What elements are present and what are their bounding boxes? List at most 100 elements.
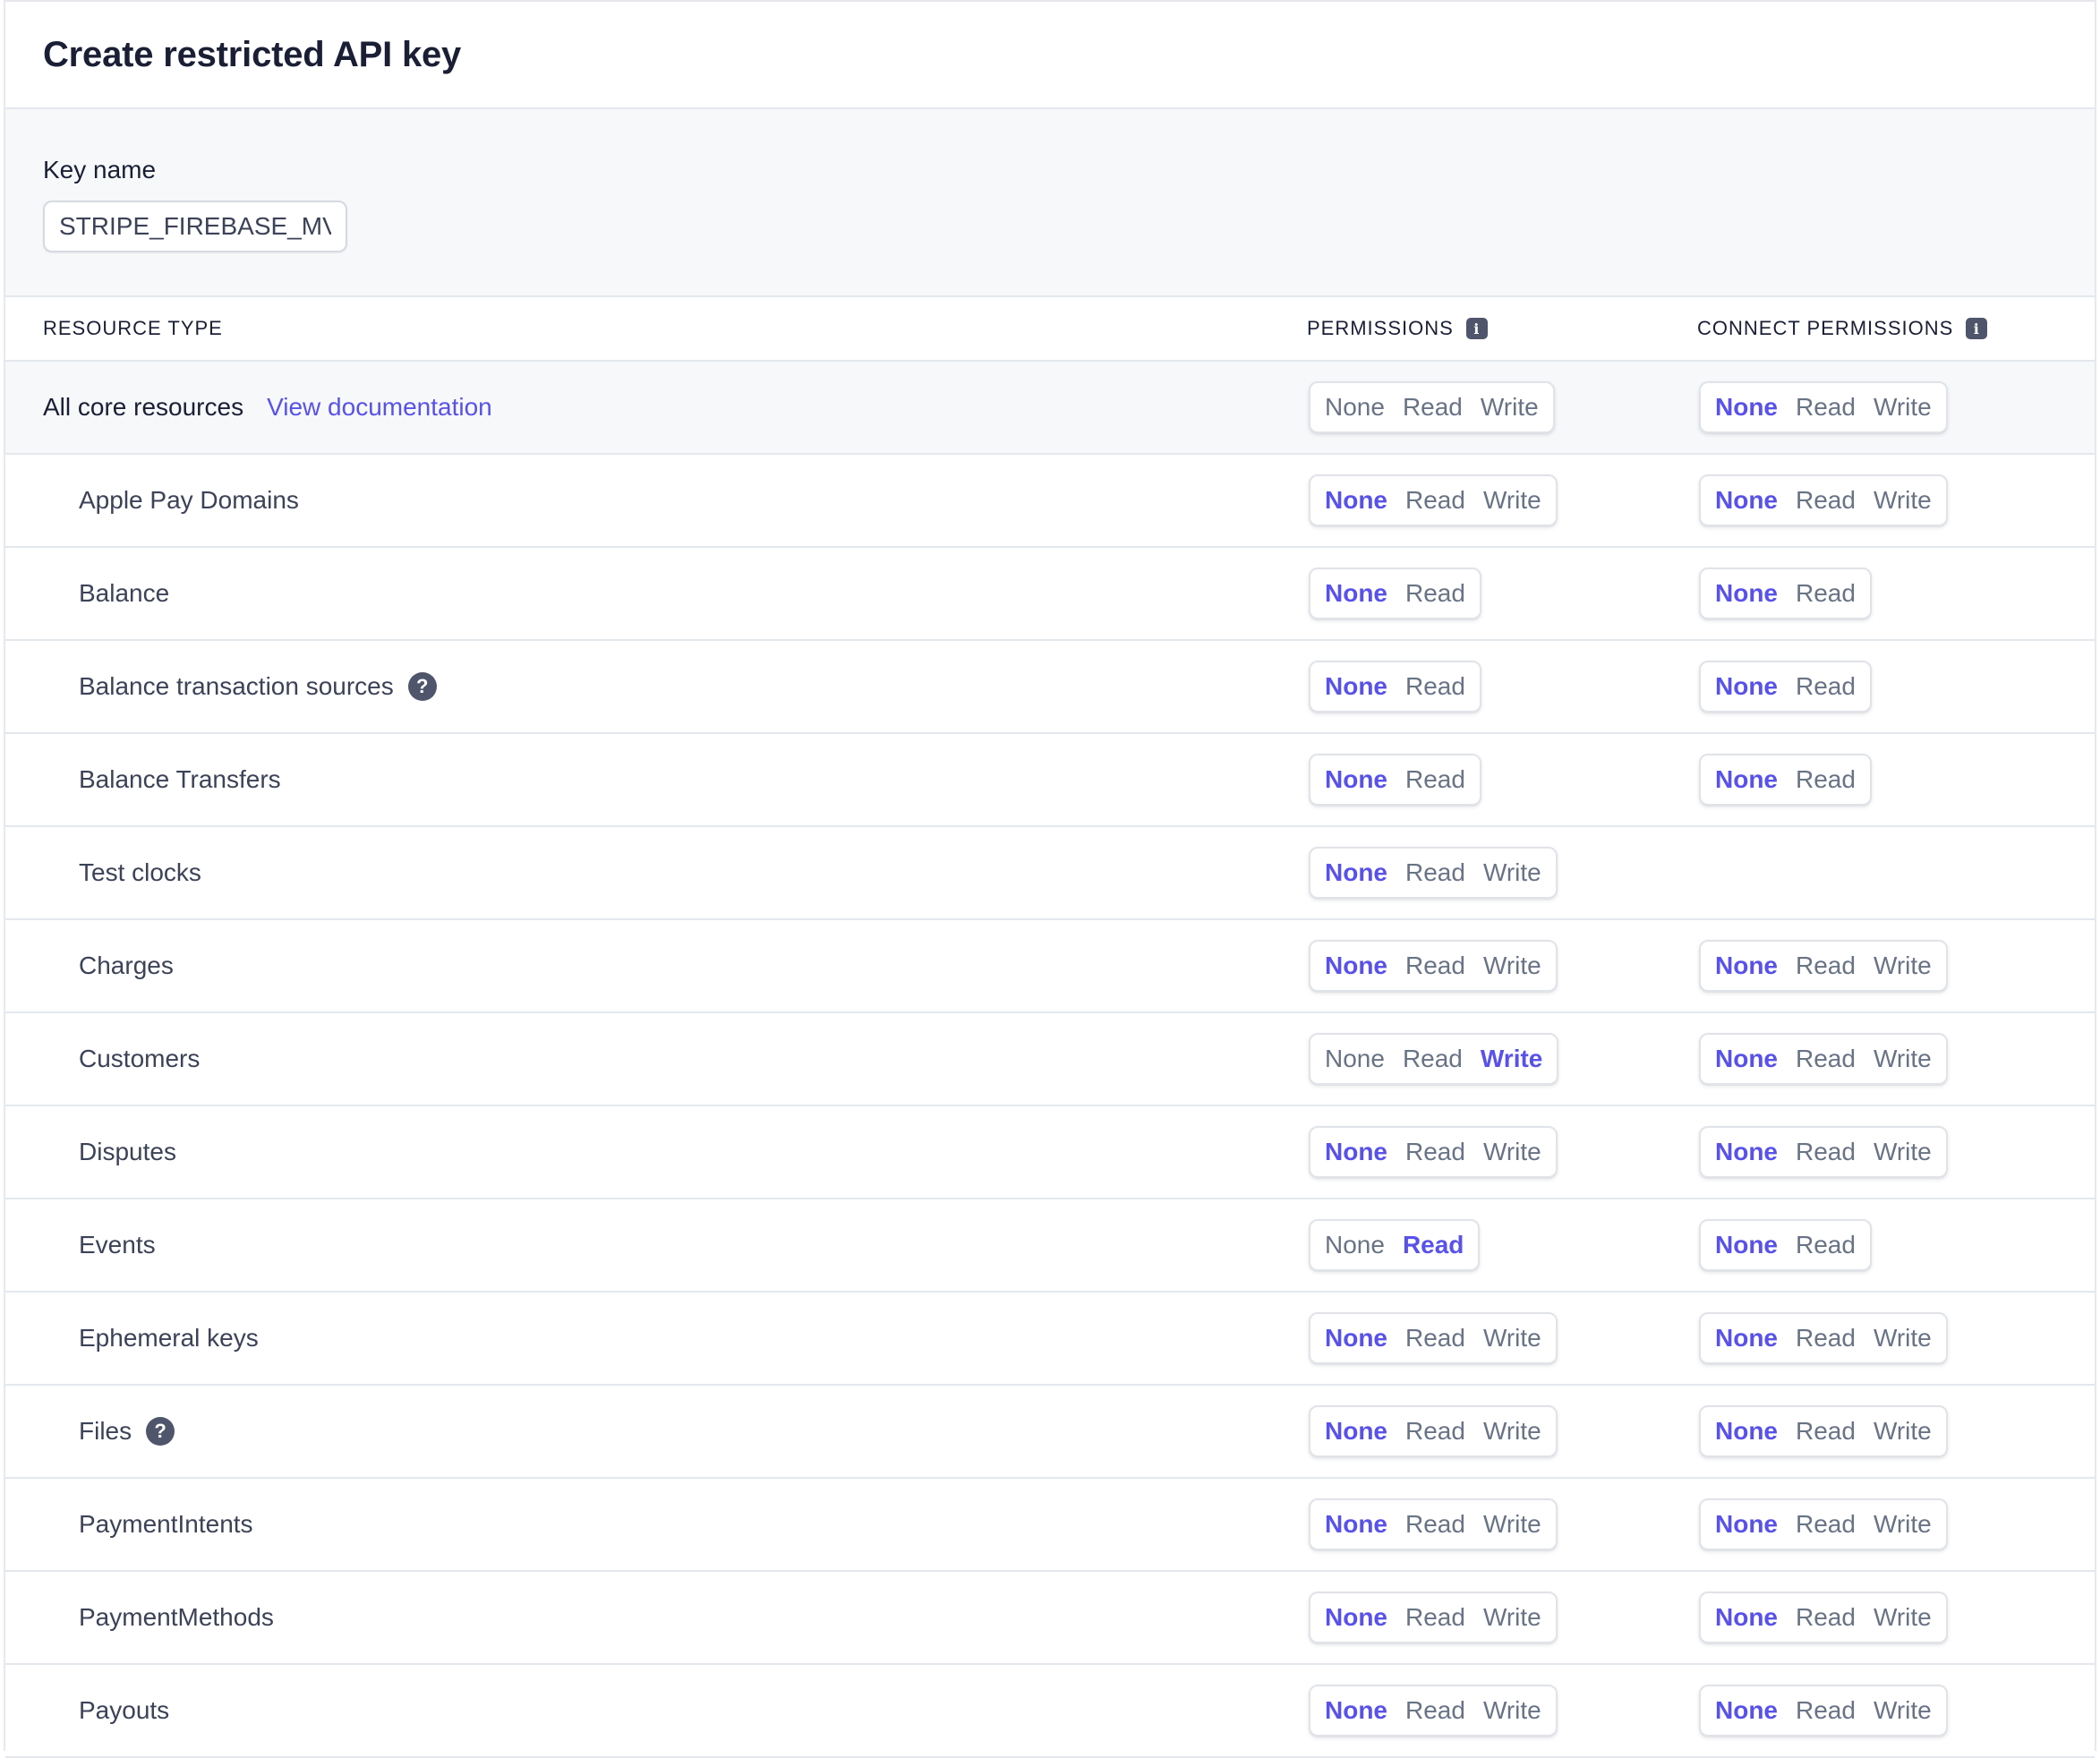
permissions-selector[interactable]: None Read Write	[1309, 1685, 1558, 1737]
option-write[interactable]: Write	[1474, 849, 1550, 897]
option-read[interactable]: Read	[1787, 476, 1865, 525]
option-write[interactable]: Write	[1865, 383, 1941, 431]
option-write[interactable]: Write	[1865, 1686, 1941, 1735]
option-write[interactable]: Write	[1472, 1035, 1552, 1083]
option-none[interactable]: None	[1706, 662, 1787, 711]
info-icon[interactable]: i	[1966, 318, 1988, 339]
option-read[interactable]: Read	[1396, 1593, 1474, 1642]
info-icon[interactable]: i	[1465, 318, 1488, 339]
option-read[interactable]: Read	[1396, 476, 1474, 525]
connect-permissions-selector[interactable]: None Read Write	[1699, 1126, 1948, 1178]
option-none[interactable]: None	[1706, 1686, 1787, 1735]
help-icon[interactable]: ?	[146, 1417, 175, 1446]
permissions-selector[interactable]: None Read	[1309, 754, 1481, 806]
option-none[interactable]: None	[1706, 476, 1787, 525]
option-none[interactable]: None	[1706, 942, 1787, 990]
view-documentation-link[interactable]: View documentation	[267, 393, 492, 422]
option-write[interactable]: Write	[1865, 1407, 1941, 1455]
option-read[interactable]: Read	[1787, 755, 1865, 804]
key-name-input[interactable]	[43, 201, 347, 252]
option-none[interactable]: None	[1316, 1314, 1396, 1362]
option-read[interactable]: Read	[1396, 1128, 1474, 1176]
option-none[interactable]: None	[1316, 1221, 1394, 1269]
option-none[interactable]: None	[1706, 1314, 1787, 1362]
option-none[interactable]: None	[1316, 849, 1396, 897]
option-none[interactable]: None	[1316, 1686, 1396, 1735]
connect-permissions-selector[interactable]: None Read Write	[1699, 1033, 1948, 1085]
option-none[interactable]: None	[1706, 1407, 1787, 1455]
connect-permissions-selector[interactable]: None Read	[1699, 661, 1872, 713]
option-none[interactable]: None	[1316, 755, 1396, 804]
option-none[interactable]: None	[1316, 476, 1396, 525]
option-write[interactable]: Write	[1865, 1035, 1941, 1083]
option-read[interactable]: Read	[1787, 1221, 1865, 1269]
option-read[interactable]: Read	[1394, 1035, 1472, 1083]
option-read[interactable]: Read	[1396, 1686, 1474, 1735]
option-read[interactable]: Read	[1394, 383, 1472, 431]
permissions-selector[interactable]: None Read Write	[1309, 1126, 1558, 1178]
option-none[interactable]: None	[1316, 1407, 1396, 1455]
option-write[interactable]: Write	[1474, 1686, 1550, 1735]
option-none[interactable]: None	[1706, 569, 1787, 618]
option-read[interactable]: Read	[1787, 1593, 1865, 1642]
option-read[interactable]: Read	[1396, 569, 1474, 618]
option-read[interactable]: Read	[1396, 1500, 1474, 1549]
connect-permissions-selector[interactable]: None Read Write	[1699, 1592, 1948, 1643]
option-write[interactable]: Write	[1474, 1314, 1550, 1362]
permissions-selector[interactable]: None Read Write	[1309, 474, 1558, 526]
option-write[interactable]: Write	[1474, 1500, 1550, 1549]
connect-permissions-selector[interactable]: None Read	[1699, 754, 1872, 806]
option-none[interactable]: None	[1316, 1500, 1396, 1549]
option-read[interactable]: Read	[1787, 942, 1865, 990]
permissions-selector[interactable]: None Read Write	[1309, 1312, 1558, 1364]
connect-permissions-selector[interactable]: None Read	[1699, 1219, 1872, 1271]
option-none[interactable]: None	[1316, 383, 1394, 431]
option-write[interactable]: Write	[1865, 476, 1941, 525]
option-write[interactable]: Write	[1474, 1407, 1550, 1455]
option-write[interactable]: Write	[1474, 476, 1550, 525]
option-read[interactable]: Read	[1787, 1035, 1865, 1083]
option-write[interactable]: Write	[1865, 1314, 1941, 1362]
option-write[interactable]: Write	[1474, 1593, 1550, 1642]
connect-permissions-selector[interactable]: None Read Write	[1699, 1405, 1948, 1457]
option-none[interactable]: None	[1316, 942, 1396, 990]
option-read[interactable]: Read	[1396, 662, 1474, 711]
option-none[interactable]: None	[1706, 1593, 1787, 1642]
permissions-selector[interactable]: None Read Write	[1309, 847, 1558, 899]
option-read[interactable]: Read	[1787, 662, 1865, 711]
option-read[interactable]: Read	[1787, 1407, 1865, 1455]
option-none[interactable]: None	[1706, 1128, 1787, 1176]
permissions-selector[interactable]: None Read	[1309, 568, 1481, 619]
option-read[interactable]: Read	[1787, 1686, 1865, 1735]
permissions-selector[interactable]: None Read Write	[1309, 1592, 1558, 1643]
option-read[interactable]: Read	[1787, 383, 1865, 431]
option-none[interactable]: None	[1706, 1035, 1787, 1083]
permissions-selector[interactable]: None Read Write	[1309, 940, 1558, 992]
option-write[interactable]: Write	[1472, 383, 1548, 431]
option-read[interactable]: Read	[1787, 1500, 1865, 1549]
connect-permissions-selector[interactable]: None Read Write	[1699, 1312, 1948, 1364]
option-read[interactable]: Read	[1787, 1128, 1865, 1176]
option-read[interactable]: Read	[1396, 849, 1474, 897]
option-read[interactable]: Read	[1396, 942, 1474, 990]
option-read[interactable]: Read	[1396, 755, 1474, 804]
permissions-selector[interactable]: None Read	[1309, 661, 1481, 713]
permissions-selector[interactable]: None Read Write	[1309, 1498, 1558, 1550]
permissions-selector[interactable]: None Read Write	[1309, 381, 1555, 433]
option-none[interactable]: None	[1706, 1221, 1787, 1269]
connect-permissions-selector[interactable]: None Read Write	[1699, 940, 1948, 992]
option-read[interactable]: Read	[1394, 1221, 1473, 1269]
option-none[interactable]: None	[1316, 569, 1396, 618]
connect-permissions-selector[interactable]: None Read	[1699, 568, 1872, 619]
option-none[interactable]: None	[1316, 662, 1396, 711]
permissions-selector[interactable]: None Read Write	[1309, 1405, 1558, 1457]
option-read[interactable]: Read	[1787, 569, 1865, 618]
option-read[interactable]: Read	[1396, 1407, 1474, 1455]
option-none[interactable]: None	[1706, 755, 1787, 804]
option-write[interactable]: Write	[1865, 942, 1941, 990]
option-write[interactable]: Write	[1474, 1128, 1550, 1176]
option-read[interactable]: Read	[1396, 1314, 1474, 1362]
connect-permissions-selector[interactable]: None Read Write	[1699, 1685, 1948, 1737]
option-write[interactable]: Write	[1865, 1593, 1941, 1642]
option-none[interactable]: None	[1316, 1035, 1394, 1083]
